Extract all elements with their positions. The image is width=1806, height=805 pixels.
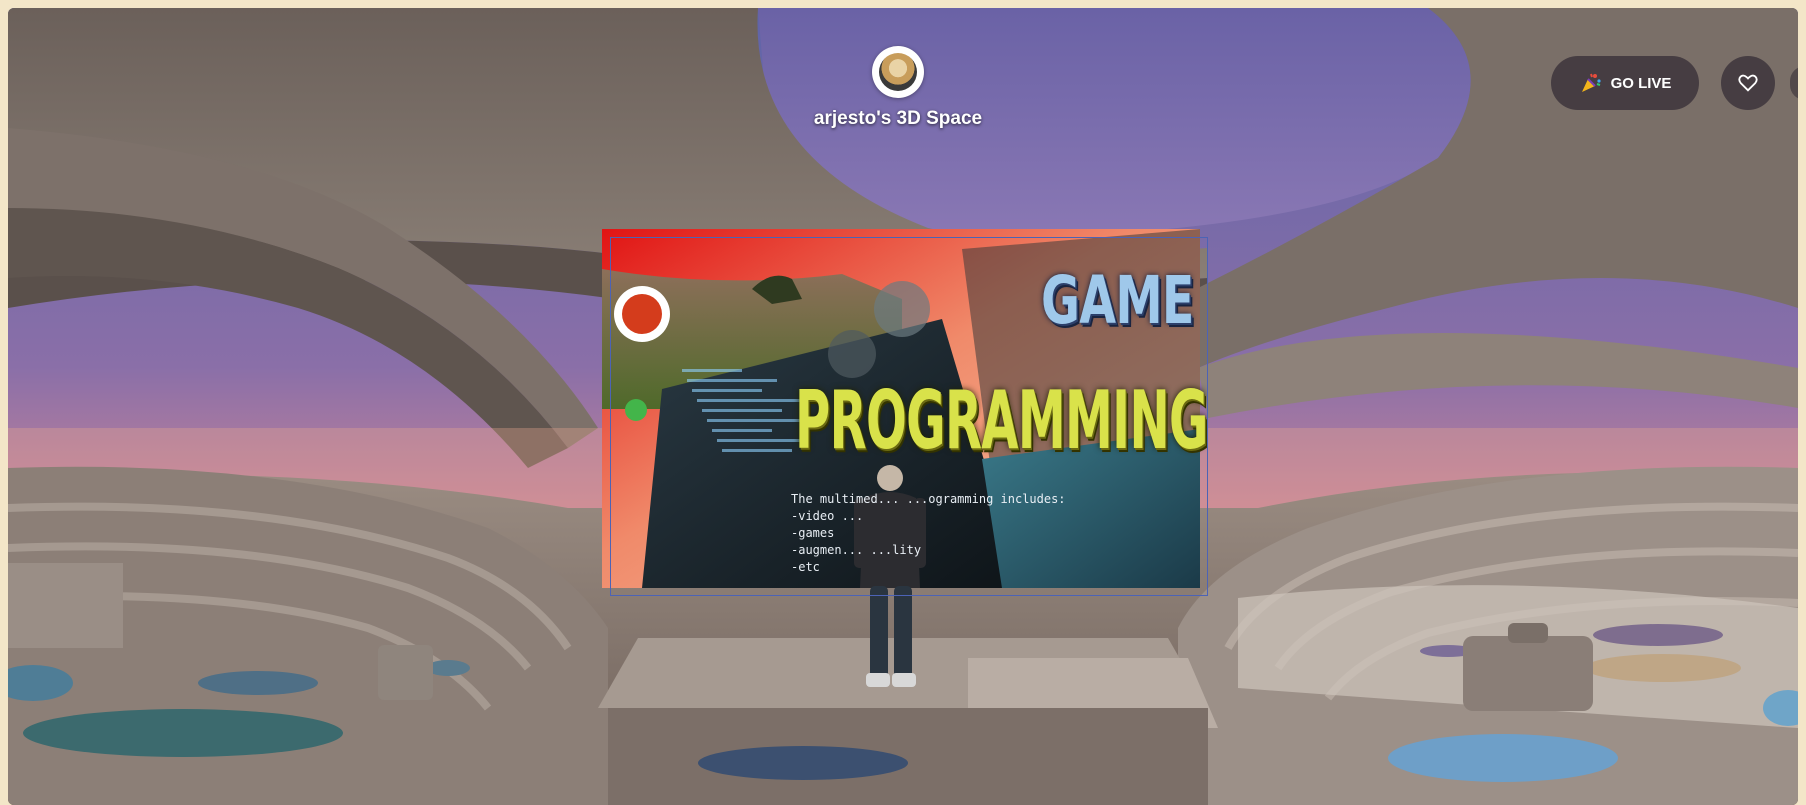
slide-body-line: -games — [791, 526, 835, 540]
user-avatar-image — [879, 53, 917, 91]
slide-body-line: The multimed... ...ogramming includes: — [791, 492, 1066, 506]
space-header: arjesto's 3D Space — [808, 46, 988, 130]
like-button[interactable] — [1721, 56, 1775, 110]
space-title: arjesto's 3D Space — [813, 108, 983, 129]
slide-body-text: The multimed... ...ogramming includes: -… — [791, 491, 1066, 576]
owner-avatar[interactable] — [872, 46, 924, 98]
presentation-screen[interactable]: GAME PROGRAMMING The multimed... ...ogra… — [610, 237, 1208, 596]
headline-game: GAME — [1041, 262, 1194, 339]
go-live-button[interactable]: GO LIVE — [1551, 56, 1699, 110]
slide-body-line: -etc — [791, 560, 820, 574]
3d-space-viewport[interactable]: arjesto's 3D Space GO LIVE GAME PROGRAMM… — [8, 8, 1798, 805]
slide-body-line: -augmen... ...lity — [791, 543, 922, 557]
headline-programming: PROGRAMMING — [795, 374, 1208, 467]
heart-icon — [1738, 74, 1758, 92]
party-popper-icon — [1581, 73, 1601, 92]
slide-body-line: -video ... — [791, 509, 864, 523]
go-live-label: GO LIVE — [1610, 74, 1672, 92]
arrow-left-icon[interactable] — [625, 399, 647, 421]
